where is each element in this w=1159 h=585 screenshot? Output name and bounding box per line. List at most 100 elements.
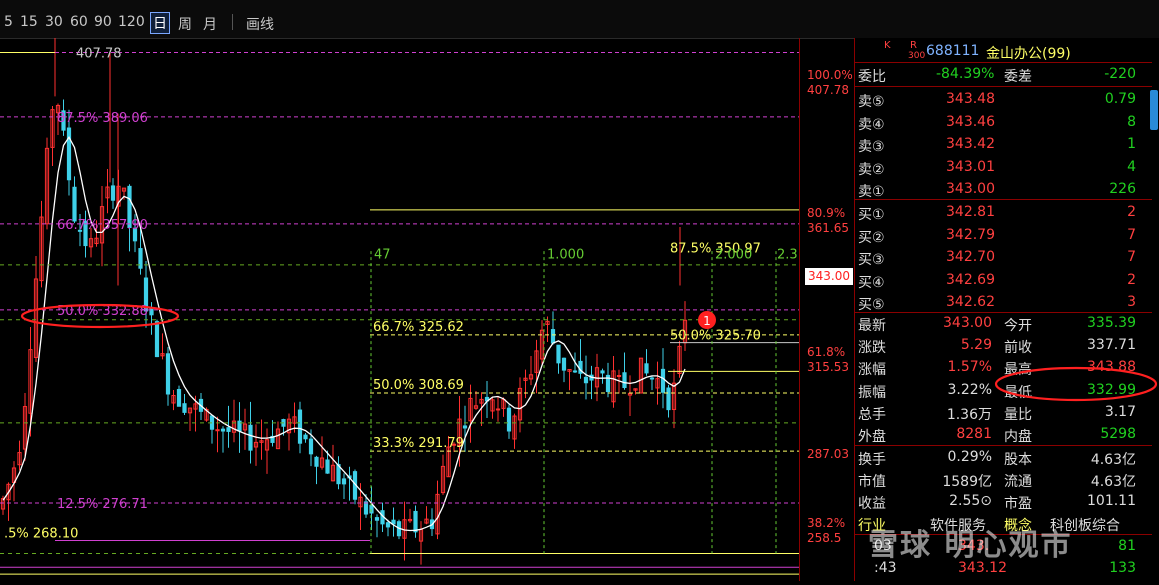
current-price-tag: 343.00 [805,268,853,285]
candle-body [325,459,330,474]
time-label: 2.3 [777,248,798,263]
stat-value: 0.29% [947,449,992,465]
order-price: 342.62 [946,294,995,310]
period-month[interactable]: 月 [203,14,217,34]
order-price: 343.48 [946,91,995,107]
sell-order-row: 卖④ 343.46 8 [854,111,1152,133]
candle-body [182,403,187,413]
buy-order-row: 买⑤ 342.62 3 [854,291,1152,313]
scale-pct-38: 38.2% [807,516,846,530]
order-volume: 1 [1127,136,1136,152]
period-5[interactable]: 5 [4,14,13,30]
order-price: 342.70 [946,249,995,265]
moving-average-line [2,135,686,532]
candle-body [462,425,468,429]
period-day[interactable]: 日 [150,12,170,34]
highlight-ellipse-low [994,366,1158,402]
stock-code: 688111 [926,43,980,59]
candle-body [495,408,501,411]
fib-label: 66.7% 325.62 [373,320,464,335]
stat-label: 涨幅 [858,362,886,379]
period-120[interactable]: 120 [118,14,145,30]
period-30[interactable]: 30 [45,14,63,30]
order-volume: 3 [1127,294,1136,310]
stat-label: 流通 [1004,474,1032,491]
stat-row: 涨跌 5.29 前收 337.71 [854,334,1152,356]
quote-header: K R 300 688111 金山办公(99) [884,40,1071,62]
candle-body [583,376,589,384]
candle-body [314,456,319,467]
order-volume: 226 [1109,181,1136,197]
candle-body [413,510,418,533]
period-week[interactable]: 周 [178,14,192,34]
fib-label: 66.7% 357.90 [57,218,148,233]
stat-label: 涨跌 [858,340,886,357]
candle-body [303,434,308,440]
fib-label: .5% 268.10 [4,527,78,542]
order-label: 买⑤ [858,297,885,313]
candle-body [616,375,622,378]
sell-order-row: 卖② 343.01 4 [854,156,1152,178]
candle-body [666,387,671,411]
order-price: 343.00 [946,181,995,197]
stat-value: 8281 [956,426,992,442]
fib-label: 87.5% 389.06 [57,111,148,126]
scale-price-361: 361.65 [807,221,849,235]
candlestick-chart[interactable]: 407.7887.5% 389.0666.7% 357.9050.0% 332.… [0,38,799,581]
period-60[interactable]: 60 [70,14,88,30]
stat-row: 市值 1589亿 流通 4.63亿 [854,468,1152,490]
candle-body [154,321,160,358]
candle-body [297,409,303,444]
candle-body [622,372,627,389]
order-label: 买① [858,207,885,223]
order-volume: 7 [1127,226,1136,243]
stat-label: 今开 [1004,318,1032,334]
candle-body [649,377,655,380]
order-label: 卖② [858,161,885,178]
stat-label: 总手 [858,406,886,423]
fib-overlay-group: 407.7887.5% 389.0666.7% 357.9050.0% 332.… [0,47,799,575]
fib-label: 407.78 [76,47,122,62]
sell-order-row: 卖① 343.00 226 [854,178,1152,200]
scrollbar[interactable] [1150,90,1158,130]
stat-label: 振幅 [858,384,886,401]
stat-label: 最新 [858,318,886,334]
stat-value: 337.71 [1087,337,1136,354]
candle-body [72,186,77,222]
stat-label: 前收 [1004,340,1032,357]
scale-price-315: 315.53 [807,360,849,374]
order-label: 卖① [858,184,885,200]
fib-label: 50.0% 325.70 [670,329,761,344]
candle-body [110,185,116,201]
scale-price-287: 287.03 [807,447,849,461]
candle-body [660,368,666,393]
stat-label: 股本 [1004,452,1032,468]
candle-body [550,329,556,344]
stat-label: 内盘 [1004,429,1032,445]
candle-body [644,363,649,374]
order-label: 卖⑤ [858,94,885,110]
order-label: 卖③ [858,139,885,155]
order-price: 342.79 [946,226,995,243]
stat-row: 最新 343.00 今开 335.39 [854,312,1152,334]
order-price: 342.69 [946,271,995,288]
scale-pct-100: 100.0% [807,68,853,82]
stat-value: 1.36万 [946,406,992,423]
time-label: 1.000 [547,248,584,263]
period-90[interactable]: 90 [94,14,112,30]
period-15[interactable]: 15 [20,14,38,30]
scale-pct-61: 61.8% [807,345,846,359]
time-label: 47 [374,248,391,263]
watermark: 雪球 明心观市 [868,528,1073,563]
buy-order-row: 买③ 342.70 7 [854,246,1152,268]
candle-body [308,438,314,455]
draw-line-button[interactable]: 画线 [246,14,274,34]
stat-label: 市盈 [1004,496,1032,513]
candle-body [385,522,391,528]
quote-panel: K R 300 688111 金山办公(99) 委比 -84.39% 委差 -2… [854,38,1159,581]
stat-label: 外盘 [858,429,886,445]
kline-chart-area[interactable]: 407.78 87.5% 389.06 66.7% 357.90 50.0% 332.… [0,38,799,581]
stat-value: 4.63亿 [1090,474,1136,491]
stat-value: 5.29 [960,337,992,354]
marker-badge: 1 [698,311,716,329]
